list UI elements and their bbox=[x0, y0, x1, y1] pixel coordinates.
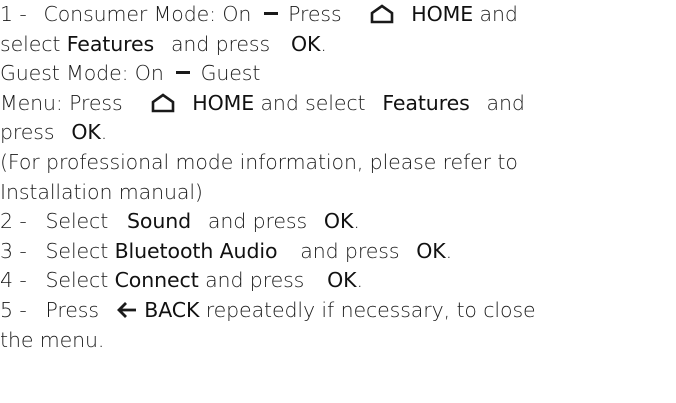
step-3-line: 3 - Select Bluetooth Audio and press OK. bbox=[0, 237, 676, 267]
period: . bbox=[100, 120, 108, 145]
repeatedly-text: repeatedly if necessary, to close bbox=[205, 297, 536, 322]
close-menu-text: the menu. bbox=[0, 327, 105, 352]
home-key-label: HOME bbox=[192, 90, 255, 115]
step-4-line: 4 - Select Connect and press OK. bbox=[0, 266, 676, 296]
features-label: Features bbox=[382, 90, 470, 115]
ok-key-label: OK bbox=[290, 31, 321, 56]
period: . bbox=[356, 268, 363, 293]
step-number: 2 - bbox=[0, 209, 27, 234]
home-icon bbox=[371, 4, 394, 24]
home-icon bbox=[152, 93, 175, 113]
step-number: 3 - bbox=[0, 238, 27, 263]
features-label: Features bbox=[66, 31, 155, 56]
guest-mode-label: Guest Mode: On bbox=[0, 61, 164, 86]
period: . bbox=[353, 209, 360, 234]
dash-icon bbox=[263, 12, 278, 15]
ok-key-label: OK bbox=[323, 209, 354, 234]
step-5-line-2: the menu. bbox=[0, 326, 676, 356]
step-1-line-2: select Features and press OK. bbox=[0, 30, 676, 60]
and-press-text: and press bbox=[170, 31, 271, 56]
and-press-text: and press bbox=[207, 209, 308, 234]
sound-label: Sound bbox=[127, 209, 192, 234]
step-number: 1 - bbox=[0, 2, 27, 26]
instruction-text: 1 - Consumer Mode: On Press HOME and sel… bbox=[0, 0, 676, 355]
guest-line-2: Menu: Press HOME and select Features and bbox=[0, 89, 676, 119]
back-arrow-icon bbox=[116, 301, 136, 318]
professional-note-continued: Installation manual) bbox=[0, 179, 203, 204]
guest-line-1: Guest Mode: On Guest bbox=[0, 59, 676, 89]
ok-key-label: OK bbox=[327, 268, 357, 293]
connect-label: Connect bbox=[114, 268, 199, 293]
select-text: Select bbox=[45, 238, 109, 263]
note-line-1: (For professional mode information, plea… bbox=[0, 148, 676, 178]
home-key-label: HOME bbox=[411, 2, 474, 26]
step-1-line-1: 1 - Consumer Mode: On Press HOME and bbox=[0, 0, 676, 30]
press-text: press bbox=[0, 120, 55, 145]
professional-note: (For professional mode information, plea… bbox=[0, 149, 518, 174]
and-select-text: and select bbox=[260, 90, 366, 115]
back-key-label: BACK bbox=[144, 297, 200, 322]
select-text: Select bbox=[45, 268, 109, 293]
bluetooth-audio-label: Bluetooth Audio bbox=[114, 238, 278, 263]
period: . bbox=[445, 238, 453, 263]
menu-press-text: Menu: Press bbox=[0, 90, 123, 115]
and-press-text: and press bbox=[205, 268, 305, 293]
consumer-mode-label: Consumer Mode: On bbox=[43, 2, 252, 26]
period: . bbox=[320, 31, 327, 56]
press-text: Press bbox=[45, 297, 100, 322]
ok-key-label: OK bbox=[71, 120, 101, 145]
and-press-text: and press bbox=[300, 238, 400, 263]
select-text: Select bbox=[45, 209, 109, 234]
ok-key-label: OK bbox=[416, 238, 446, 263]
guest-text: Guest bbox=[200, 61, 261, 86]
step-number: 4 - bbox=[0, 268, 27, 293]
step-5-line-1: 5 - Press BACK repeatedly if necessary, … bbox=[0, 296, 676, 326]
guest-line-3: press OK. bbox=[0, 118, 676, 148]
step-2-line: 2 - Select Sound and press OK. bbox=[0, 207, 676, 237]
and-text: and bbox=[486, 90, 525, 115]
step-number: 5 - bbox=[0, 297, 27, 322]
dash-icon bbox=[176, 71, 191, 75]
and-text: and bbox=[479, 2, 518, 26]
select-text: select bbox=[0, 31, 61, 56]
note-line-2: Installation manual) bbox=[0, 178, 676, 208]
press-text: Press bbox=[288, 2, 342, 26]
